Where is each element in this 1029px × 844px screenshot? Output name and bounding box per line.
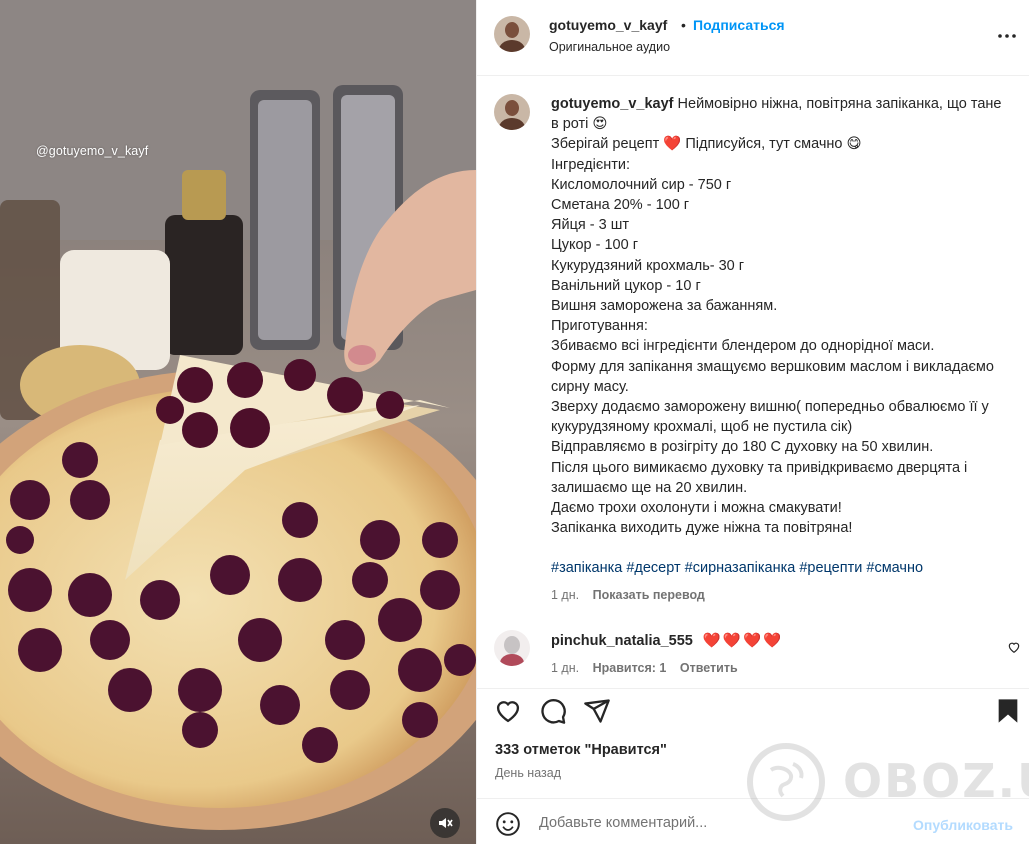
emoji-icon — [496, 812, 520, 836]
comment-meta: 1 дн. Нравится: 1 Ответить — [551, 661, 748, 675]
likes-count[interactable]: 333 отметок "Нравится" — [495, 742, 667, 758]
hashtag-link[interactable]: #десерт — [626, 560, 680, 576]
caption-line: Зверху додаємо заморожену вишню( поперед… — [551, 399, 989, 436]
comment-username[interactable]: pinchuk_natalia_555 — [551, 633, 693, 649]
caption-line: Вишня заморожена за бажанням. — [551, 298, 778, 315]
caption-line: Приготування: — [551, 318, 648, 335]
caption-line: Після цього вимикаємо духовку та привідк… — [551, 459, 968, 496]
caption-hashtags: #запіканка #десерт #сирназапіканка #реце… — [551, 558, 1013, 578]
caption-line: Яйця - 3 шт — [551, 217, 629, 234]
caption-line: Цукор - 100 г — [551, 237, 639, 254]
comment-like-button[interactable] — [1007, 640, 1021, 654]
comment-icon — [541, 699, 566, 724]
comment-text: ❤️❤️❤️❤️ — [702, 633, 784, 649]
video-watermark: @gotuyemo_v_kayf — [36, 144, 149, 158]
post-header: gotuyemo_v_kayf • Подписаться Оригинальн… — [477, 0, 1029, 76]
post-details-panel: gotuyemo_v_kayf • Подписаться Оригинальн… — [476, 0, 1029, 844]
emoji-button[interactable] — [495, 811, 521, 837]
author-avatar[interactable] — [494, 16, 530, 52]
like-button[interactable] — [494, 697, 522, 725]
translate-button[interactable]: Показать перевод — [593, 588, 705, 602]
share-button[interactable] — [583, 697, 611, 725]
hashtag-link[interactable]: #сирназапіканка — [685, 560, 796, 576]
save-button[interactable] — [994, 697, 1022, 725]
mute-button[interactable] — [430, 808, 460, 838]
bookmark-icon — [998, 699, 1018, 723]
commenter-avatar[interactable] — [494, 630, 530, 666]
heart-icon — [496, 701, 520, 723]
comment-time[interactable]: 1 дн. — [551, 661, 579, 675]
muted-speaker-icon — [439, 818, 453, 828]
comment-likes[interactable]: Нравится: 1 — [593, 661, 667, 675]
more-options-button[interactable] — [995, 26, 1019, 46]
caption-meta: 1 дн. Показать перевод — [551, 588, 705, 602]
separator-dot: • — [681, 17, 686, 33]
caption-line: Відправляємо в розігріту до 180 С духовк… — [551, 439, 934, 456]
author-username[interactable]: gotuyemo_v_kayf — [549, 17, 667, 33]
caption-line: Збиваємо всі інгредієнти блендером до од… — [551, 338, 935, 355]
comment: pinchuk_natalia_555 ❤️❤️❤️❤️ — [551, 632, 783, 649]
publish-button[interactable]: Опубликовать — [913, 817, 1013, 833]
caption-line: Кукурудзяний крохмаль- 30 г — [551, 257, 745, 274]
caption-line: Сметана 20% - 100 г — [551, 197, 690, 214]
hashtag-link[interactable]: #смачно — [866, 560, 923, 576]
more-horizontal-icon — [998, 34, 1016, 38]
add-comment-bar: Опубликовать — [477, 798, 1029, 844]
caption-author-avatar[interactable] — [494, 94, 530, 130]
caption-time[interactable]: 1 дн. — [551, 588, 579, 602]
caption-line: Зберігай рецепт ❤️ Підписуйся, тут смачн… — [551, 136, 862, 153]
caption-line: Запіканка виходить дуже ніжна та повітря… — [551, 520, 853, 537]
post-actions: 333 отметок "Нравится" День назад — [477, 688, 1029, 798]
post-date[interactable]: День назад — [495, 766, 561, 780]
reply-button[interactable]: Ответить — [680, 661, 738, 675]
share-icon — [584, 699, 610, 723]
casserole-photo — [0, 0, 476, 844]
hashtag-link[interactable]: #рецепти — [799, 560, 862, 576]
post-caption: gotuyemo_v_kayf Неймовірно ніжна, повітр… — [551, 94, 1013, 579]
caption-line: Ванільний цукор - 10 г — [551, 277, 701, 294]
heart-icon — [1008, 642, 1020, 653]
follow-button[interactable]: Подписаться — [693, 17, 785, 33]
audio-label[interactable]: Оригинальное аудио — [549, 40, 670, 54]
comment-input[interactable] — [539, 811, 899, 835]
caption-line: Кисломолочний сир - 750 г — [551, 176, 732, 193]
comment-button[interactable] — [539, 697, 567, 725]
caption-username[interactable]: gotuyemo_v_kayf — [551, 96, 674, 112]
post-media[interactable]: @gotuyemo_v_kayf — [0, 0, 476, 844]
caption-line: Даємо трохи охолонути і можна смакувати! — [551, 500, 842, 517]
hashtag-link[interactable]: #запіканка — [551, 560, 622, 576]
caption-line: Інгредієнти: — [551, 156, 630, 173]
caption-line: Форму для запікання змащуємо вершковим м… — [551, 358, 994, 395]
